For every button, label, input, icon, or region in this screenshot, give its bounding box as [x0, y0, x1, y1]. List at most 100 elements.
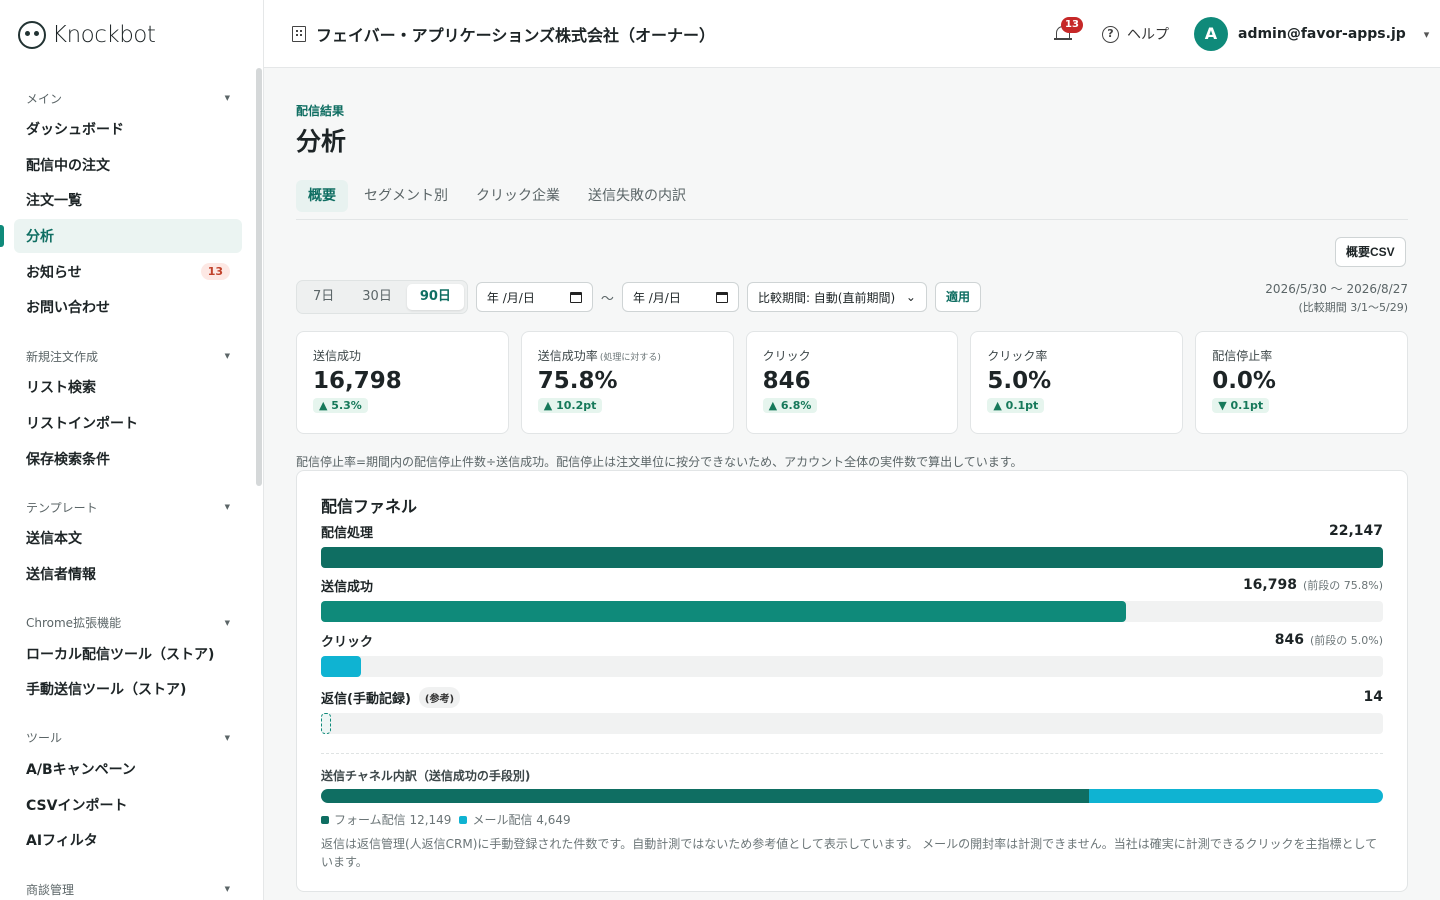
kpi-label-sub: (処理に対する)	[599, 353, 661, 363]
help-link[interactable]: ? ヘルプ	[1102, 24, 1169, 44]
user-menu[interactable]: A admin@favor-apps.jp ▾	[1194, 17, 1429, 51]
sidebar-item[interactable]: 注文一覧	[14, 183, 242, 217]
kpi-label-row: 送信成功	[313, 347, 492, 363]
nav-group-header[interactable]: 新規注文作成 ▼	[14, 342, 242, 370]
nav-group: テンプレート ▼ 送信本文 送信者情報	[0, 493, 256, 591]
nav-group-title: ツール	[26, 731, 63, 746]
funnel-row: 送信成功 16,798 (前段の 75.8%)	[321, 575, 1383, 622]
funnel-row-value: 14	[1363, 689, 1383, 705]
summary-csv-button[interactable]: 概要CSV	[1335, 237, 1406, 267]
nav-group-header[interactable]: 商談管理 ▼	[14, 875, 242, 900]
sidebar-item[interactable]: お知らせ 13	[14, 255, 242, 289]
funnel-row-value-group: 22,147	[1329, 523, 1383, 539]
brand-logo[interactable]: Knockbot	[18, 20, 156, 50]
date-to-input[interactable]: 年 /月/日	[621, 282, 739, 312]
sidebar-item-label: お問い合わせ	[26, 300, 110, 317]
funnel-row-label: 配信処理	[321, 525, 374, 541]
sidebar-item[interactable]: ローカル配信ツール（ストア)	[14, 637, 242, 671]
nav-group-header[interactable]: テンプレート ▼	[14, 493, 242, 521]
sidebar-scrollbar[interactable]	[256, 68, 262, 486]
sidebar-item[interactable]: リストインポート	[14, 406, 242, 440]
building-icon	[292, 26, 306, 42]
nav-group-title: メイン	[26, 91, 63, 106]
apply-button[interactable]: 適用	[934, 282, 981, 312]
tab[interactable]: セグメント別	[352, 180, 460, 212]
sidebar-item[interactable]: AIフィルタ	[14, 823, 242, 857]
funnel-row-label-group: クリック	[321, 631, 373, 650]
range-option[interactable]: 30日	[349, 284, 405, 310]
chevron-down-icon: ⌄	[905, 290, 916, 304]
org-switcher[interactable]: フェイバー・アプリケーションズ株式会社（オーナー）	[292, 22, 715, 46]
sidebar-item[interactable]: 送信本文	[14, 521, 242, 555]
tab[interactable]: クリック企業	[464, 180, 572, 212]
brand-name: Knockbot	[52, 22, 156, 48]
calendar-icon	[569, 291, 582, 303]
kpi-card: 配信停止率 0.0% ▼ 0.1pt	[1195, 331, 1408, 434]
nav-group: ツール ▼ A/Bキャンペーン CSVインポート AIフィルタ	[0, 724, 256, 857]
sidebar-item[interactable]: お問い合わせ	[14, 290, 242, 324]
kpi-value: 846	[762, 368, 811, 394]
channel-bar	[321, 789, 1383, 803]
org-name: フェイバー・アプリケーションズ株式会社（オーナー）	[316, 26, 716, 45]
sidebar-item[interactable]: リスト検索	[14, 370, 242, 404]
sidebar-item[interactable]: 配信中の注文	[14, 148, 242, 182]
funnel-row-label-group: 配信処理	[321, 522, 373, 541]
sidebar-item[interactable]: ダッシュボード	[14, 112, 242, 146]
active-indicator	[0, 225, 4, 248]
sidebar-item[interactable]: 保存検索条件	[14, 442, 242, 476]
date-from-input[interactable]: 年 /月/日	[475, 282, 593, 312]
sidebar-item-label: A/Bキャンペーン	[26, 761, 136, 778]
legend-swatch	[459, 815, 468, 824]
sidebar-item[interactable]: A/Bキャンペーン	[14, 752, 242, 786]
kpi-label: クリック	[762, 349, 811, 363]
page-eyebrow: 配信結果	[296, 104, 345, 118]
nav-group: 商談管理▼ホーム	[0, 875, 256, 900]
channel-title: 送信チャネル内訳（送信成功の手段別)	[321, 769, 531, 783]
nav-group: Chrome拡張機能 ▼ ローカル配信ツール（ストア) 手動送信ツール（ストア)	[0, 609, 256, 707]
funnel-bar-track	[321, 601, 1383, 622]
analysis-tabs: 概要 セグメント別 クリック企業 送信失敗の内訳	[296, 180, 1408, 220]
range-selector: 7日 30日 90日	[296, 280, 468, 314]
sidebar-item[interactable]: CSVインポート	[14, 788, 242, 822]
kpi-delta-badge: ▲ 0.1pt	[987, 398, 1045, 413]
compare-period-select[interactable]: 比較期間: 自動(直前期間) ⌄	[746, 282, 927, 312]
panda-logo-icon	[18, 21, 46, 49]
kpi-delta-badge: ▲ 10.2pt	[537, 398, 603, 413]
app: Knockbot メイン ▼ ダッシュボード 配信中の注文 注文一覧 分析 お知らせ 13 お問…	[0, 0, 1440, 900]
date-to-value: 年 /月/日	[632, 290, 681, 305]
unsubscribe-note: 配信停止率=期間内の配信停止件数÷送信成功。配信停止は注文単位に按分できないため…	[296, 455, 1023, 469]
range-option[interactable]: 90日	[406, 284, 464, 310]
caret-down-icon: ▼	[224, 885, 230, 893]
nav-group-header[interactable]: ツール ▼	[14, 724, 242, 752]
nav-group-header[interactable]: メイン ▼	[14, 84, 242, 112]
tab[interactable]: 送信失敗の内訳	[576, 180, 698, 212]
sidebar-item-badge: 13	[200, 263, 230, 281]
sidebar-item[interactable]: 送信者情報	[14, 557, 242, 591]
kpi-delta-badge: ▲ 5.3%	[313, 398, 368, 413]
nav-group-header[interactable]: Chrome拡張機能 ▼	[14, 609, 242, 637]
channel-segment	[321, 789, 1090, 803]
help-icon: ?	[1102, 25, 1119, 43]
funnel-row-value-group: 846 (前段の 5.0%)	[1275, 632, 1383, 648]
user-email: admin@favor-apps.jp	[1238, 26, 1406, 42]
funnel-row-header: 配信処理 22,147	[321, 521, 1383, 541]
kpi-label: 送信成功率	[537, 349, 598, 363]
funnel-row-rate: (前段の 75.8%)	[1302, 579, 1383, 592]
funnel-row-label: クリック	[321, 634, 374, 650]
tab[interactable]: 概要	[296, 180, 348, 212]
kpi-delta-badge: ▲ 6.8%	[762, 398, 818, 413]
chevron-down-icon: ▾	[1423, 27, 1430, 41]
sidebar-item-label: 手動送信ツール（ストア)	[26, 682, 187, 699]
sidebar-item[interactable]: 手動送信ツール（ストア)	[14, 672, 242, 706]
sidebar-item[interactable]: 分析	[0, 219, 242, 254]
caret-down-icon: ▼	[224, 733, 230, 742]
kpi-label: 配信停止率	[1212, 349, 1273, 363]
kpi-value: 0.0%	[1212, 368, 1276, 394]
range-option[interactable]: 7日	[300, 284, 347, 310]
kpi-label: 送信成功	[313, 349, 362, 363]
kpi-card: 送信成功 16,798 ▲ 5.3%	[296, 331, 509, 434]
sidebar-item-label: リスト検索	[26, 380, 96, 397]
funnel-row-value: 22,147	[1328, 523, 1383, 539]
date-separator: 〜	[600, 291, 614, 307]
